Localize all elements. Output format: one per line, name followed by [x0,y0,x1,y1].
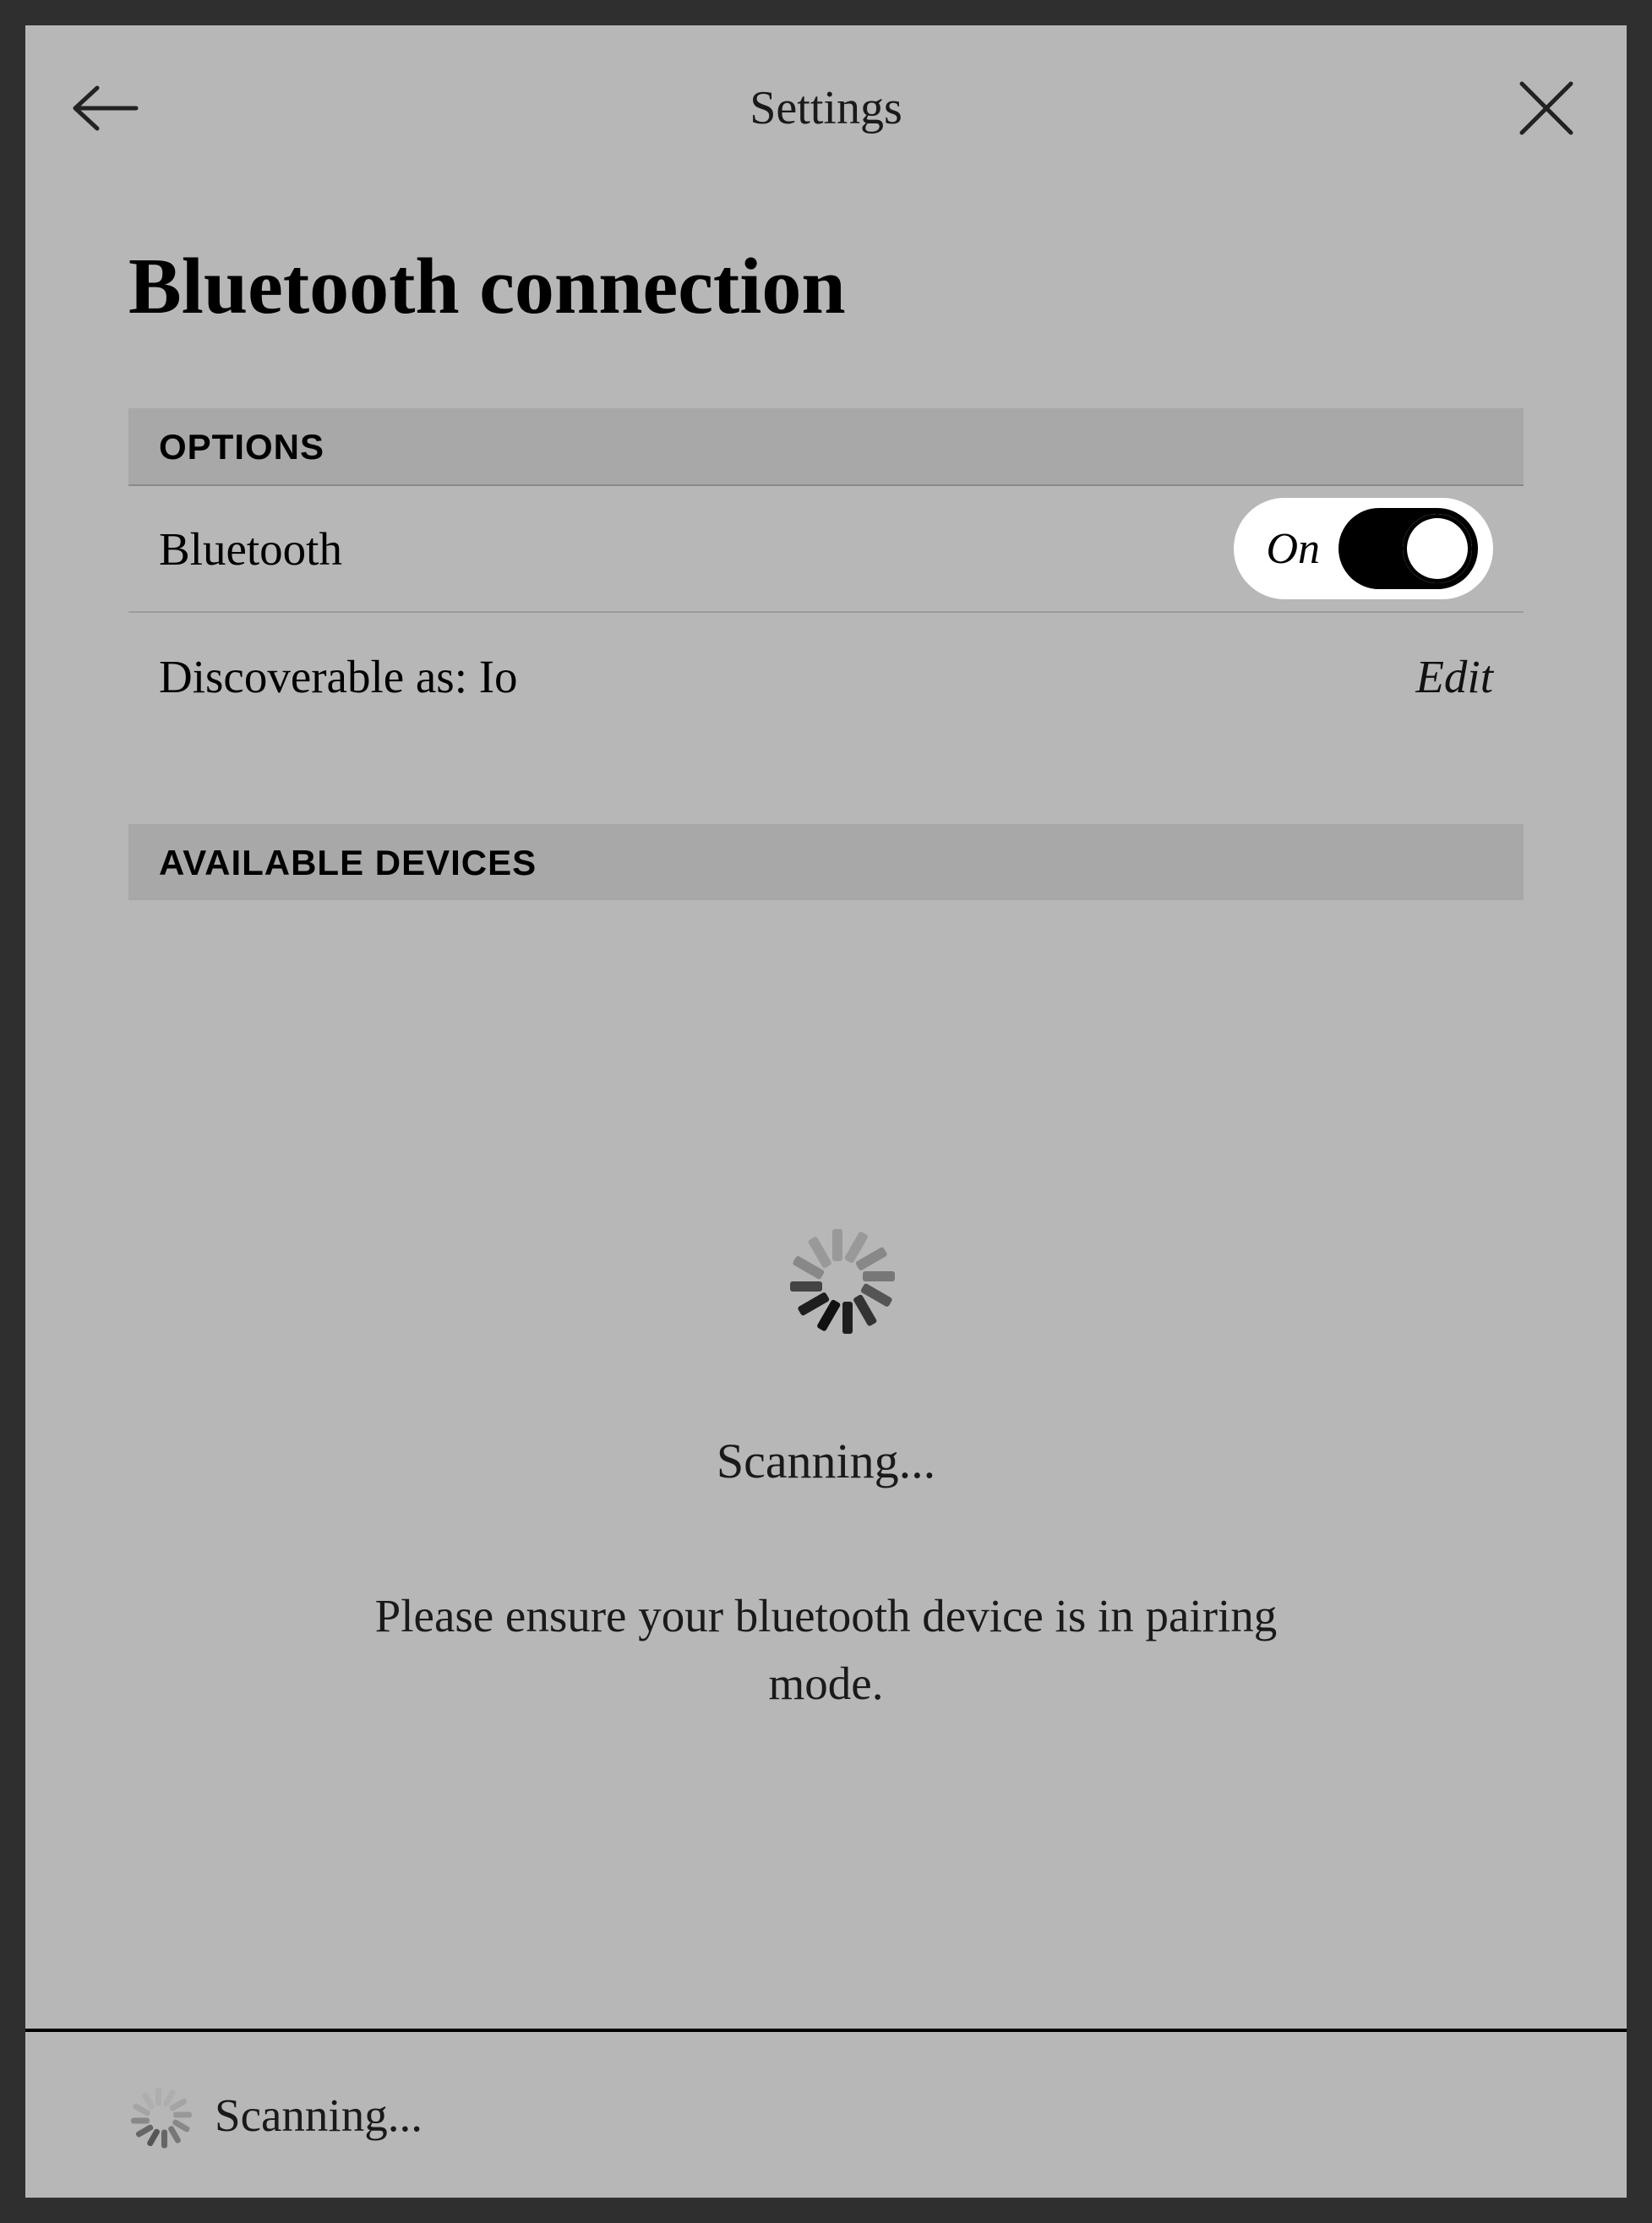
close-button[interactable] [1513,74,1580,142]
toggle-state-label: On [1266,524,1320,574]
scanning-title: Scanning... [717,1433,935,1489]
spinner-icon [771,1221,881,1331]
devices-section-label: AVAILABLE DEVICES [159,843,1493,883]
scanning-block: Scanning... Please ensure your bluetooth… [128,1221,1524,1718]
scanning-subtitle: Please ensure your bluetooth device is i… [362,1582,1291,1718]
close-icon [1517,79,1576,138]
arrow-left-icon [72,85,139,132]
devices-section-header: AVAILABLE DEVICES [128,824,1524,900]
footer-bar: Scanning... [25,2029,1627,2198]
options-section-header: OPTIONS [128,408,1524,486]
spinner-icon [118,2081,186,2149]
header-bar: Settings [25,25,1627,190]
back-button[interactable] [72,74,139,142]
discoverable-row: Discoverable as: Io Edit [128,613,1524,740]
footer-status: Scanning... [215,2089,423,2142]
bluetooth-toggle-row: Bluetooth On [128,486,1524,613]
discoverable-label: Discoverable as: Io [159,650,518,703]
options-section-label: OPTIONS [159,427,1493,467]
toggle-knob [1403,514,1472,583]
toggle-track [1339,508,1478,589]
bluetooth-label: Bluetooth [159,522,342,576]
header-title: Settings [750,81,902,135]
page-title: Bluetooth connection [128,241,1524,332]
edit-discoverable-button[interactable]: Edit [1415,650,1493,703]
bluetooth-toggle[interactable]: On [1234,498,1493,599]
